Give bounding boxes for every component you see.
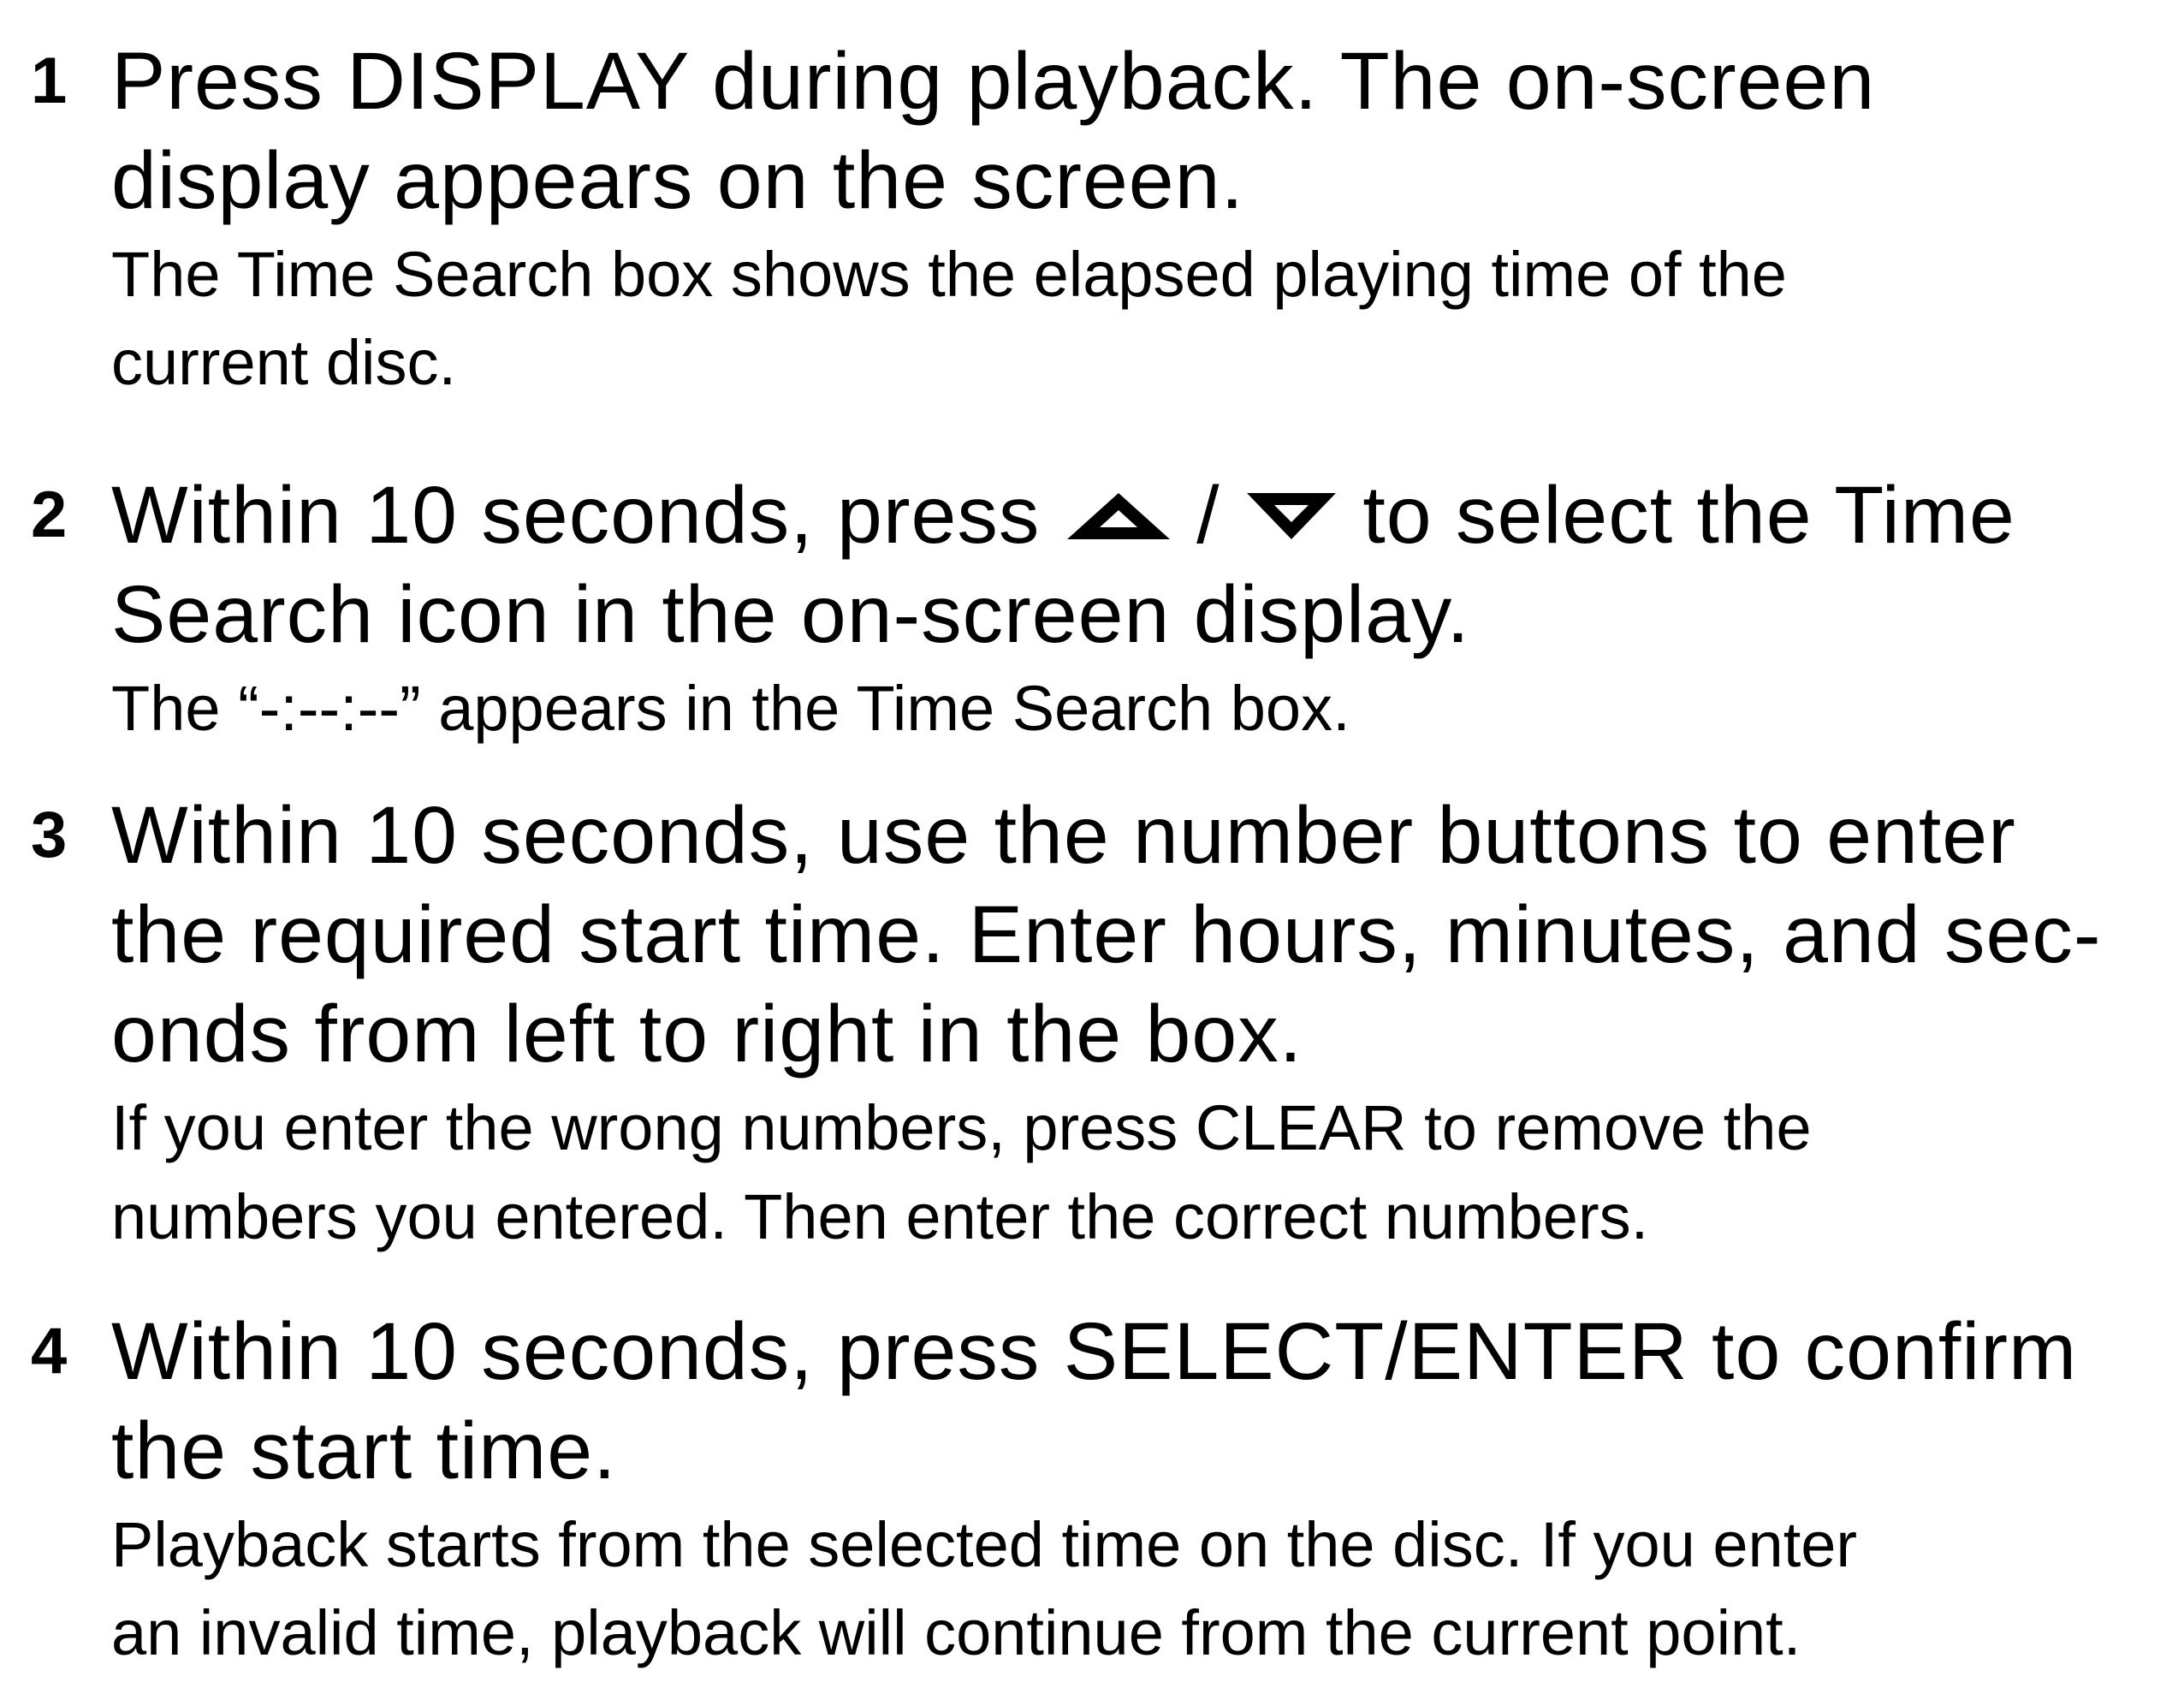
- step-text-line: Within 10 seconds, press / to select the…: [111, 466, 2015, 565]
- step-text-line: Search icon in the on-screen display.: [111, 569, 1470, 660]
- step-number: 1: [31, 45, 68, 117]
- step-text-line: the start time.: [111, 1406, 617, 1496]
- down-arrow-icon: [1246, 492, 1336, 539]
- step-note-line: current disc.: [111, 327, 457, 398]
- step-number: 3: [31, 799, 68, 871]
- step-text-line: Within 10 seconds, press SELECT/ENTER to…: [111, 1306, 2078, 1397]
- up-arrow-icon: [1066, 492, 1170, 539]
- step-note-line: If you enter the wrong numbers, press CL…: [111, 1092, 1812, 1163]
- step-note-line: an invalid time, playback will continue …: [111, 1597, 1801, 1668]
- step-text-separator: /: [1196, 470, 1220, 561]
- step-text-line: display appears on the screen.: [111, 135, 1244, 226]
- step-number: 4: [31, 1315, 68, 1388]
- step-text-line: Within 10 seconds, use the number button…: [111, 790, 2016, 881]
- step-text-line: the required start time. Enter hours, mi…: [111, 889, 2102, 980]
- step-text-line: Press DISPLAY during playback. The on-sc…: [111, 36, 1876, 127]
- step-note-line: The “-:--:--” appears in the Time Search…: [111, 673, 1350, 744]
- step-text-line: onds from left to right in the box.: [111, 989, 1303, 1079]
- step-text-segment: to select the Time: [1362, 470, 2015, 561]
- step-number: 2: [31, 478, 68, 551]
- step-text-segment: Within 10 seconds, press: [111, 470, 1041, 561]
- step-note-line: The Time Search box shows the elapsed pl…: [111, 239, 1787, 310]
- step-note-line: numbers you entered. Then enter the corr…: [111, 1181, 1649, 1252]
- step-note-line: Playback starts from the selected time o…: [111, 1509, 1858, 1580]
- instruction-page: 1 Press DISPLAY during playback. The on-…: [0, 0, 2184, 1682]
